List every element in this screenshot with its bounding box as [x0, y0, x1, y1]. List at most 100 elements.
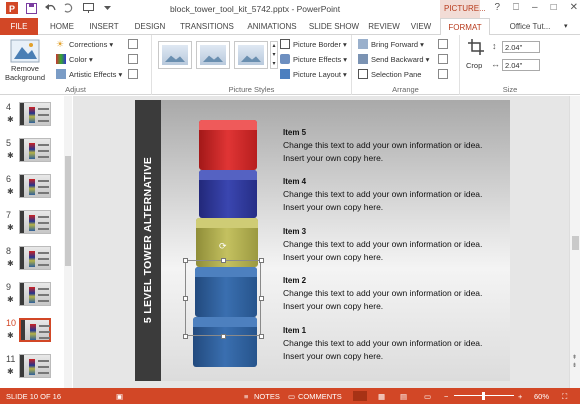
tab-home[interactable]: HOME: [44, 18, 80, 35]
send-backward-button[interactable]: Send Backward ▾: [358, 54, 429, 64]
slide-thumbnail[interactable]: 6 ✱: [0, 174, 64, 210]
slide-thumbnail[interactable]: 7 ✱: [0, 210, 64, 246]
undo-icon[interactable]: [44, 2, 56, 14]
tab-insert[interactable]: INSERT: [84, 18, 124, 35]
color-button[interactable]: Color ▾: [56, 54, 93, 64]
tab-slide-show[interactable]: SLIDE SHOW: [306, 18, 362, 35]
prev-next-slide-icons[interactable]: ⇞ ⇟: [572, 354, 577, 370]
close-icon[interactable]: ✕: [570, 2, 578, 13]
item-body[interactable]: Change this text to add your own informa…: [283, 287, 503, 313]
slide-thumbnail-active[interactable]: 10 ✱: [0, 318, 64, 354]
group-icon[interactable]: [438, 54, 448, 64]
item-title[interactable]: Item 2: [283, 276, 306, 285]
svg-text:P: P: [9, 4, 15, 14]
width-field[interactable]: 2.04": [502, 59, 540, 71]
item-title[interactable]: Item 5: [283, 128, 306, 137]
item-body[interactable]: Change this text to add your own informa…: [283, 139, 503, 165]
ribbon-display-icon[interactable]: ⎕: [513, 2, 519, 13]
thumbnail-scrollbar[interactable]: [64, 96, 72, 388]
tab-view[interactable]: VIEW: [406, 18, 436, 35]
item-body[interactable]: Change this text to add your own informa…: [283, 238, 503, 264]
tab-animations[interactable]: ANIMATIONS: [242, 18, 302, 35]
thumbnail-scroll-thumb[interactable]: [65, 156, 71, 266]
resize-handle[interactable]: [259, 258, 264, 263]
picture-style-2[interactable]: [196, 41, 230, 69]
rotate-handle-icon[interactable]: ⟳: [219, 241, 227, 252]
slide-canvas[interactable]: 5 LEVEL TOWER ALTERNATIVE ⟳ Item 5 Chang…: [135, 100, 510, 381]
tab-review[interactable]: REVIEW: [366, 18, 402, 35]
compress-pictures-icon[interactable]: [128, 39, 138, 49]
tab-file[interactable]: FILE: [0, 18, 38, 35]
minimize-icon[interactable]: –: [532, 2, 538, 13]
customize-toolbar-icon[interactable]: [101, 2, 113, 14]
cube-level-5[interactable]: [199, 120, 257, 170]
slideshow-start-icon[interactable]: [82, 2, 94, 14]
remove-background-button[interactable]: Remove Background: [2, 64, 48, 82]
maximize-icon[interactable]: □: [551, 2, 557, 13]
resize-handle[interactable]: [221, 258, 226, 263]
change-picture-icon[interactable]: [128, 54, 138, 64]
slide-thumbnail[interactable]: 4 ✱: [0, 102, 64, 138]
slide-vertical-title[interactable]: 5 LEVEL TOWER ALTERNATIVE: [142, 100, 154, 381]
comments-button[interactable]: COMMENTS: [298, 392, 342, 401]
resize-handle[interactable]: [183, 334, 188, 339]
rotate-icon[interactable]: [438, 69, 448, 79]
resize-handle[interactable]: [259, 296, 264, 301]
resize-handle[interactable]: [183, 296, 188, 301]
selection-frame: [185, 260, 261, 336]
help-icon[interactable]: ?: [494, 2, 500, 13]
height-field[interactable]: 2.04": [502, 41, 540, 53]
notes-button[interactable]: NOTES: [254, 392, 280, 401]
picture-border-button[interactable]: Picture Border ▾: [280, 39, 347, 49]
normal-view-icon[interactable]: [353, 391, 367, 401]
slideshow-view-icon[interactable]: ▭: [424, 392, 431, 401]
zoom-out-icon[interactable]: −: [444, 392, 448, 401]
resize-handle[interactable]: [259, 334, 264, 339]
item-title[interactable]: Item 3: [283, 227, 306, 236]
zoom-slider-thumb[interactable]: [482, 392, 485, 400]
styles-gallery-scroll[interactable]: ▴ ▾ ▾: [270, 41, 278, 69]
item-title[interactable]: Item 4: [283, 177, 306, 186]
cube-level-4[interactable]: [199, 170, 257, 218]
selection-pane-button[interactable]: Selection Pane: [358, 69, 421, 79]
picture-style-1[interactable]: [158, 41, 192, 69]
zoom-level[interactable]: 60%: [534, 392, 549, 401]
slide-scrollbar[interactable]: ⇞ ⇟: [569, 96, 580, 388]
slide-sorter-icon[interactable]: ▦: [378, 392, 385, 401]
item-body[interactable]: Change this text to add your own informa…: [283, 337, 503, 363]
item-title[interactable]: Item 1: [283, 326, 306, 335]
resize-handle[interactable]: [221, 334, 226, 339]
tab-format[interactable]: FORMAT: [440, 18, 490, 36]
picture-effects-button[interactable]: Picture Effects ▾: [280, 54, 347, 64]
save-icon[interactable]: [25, 2, 37, 14]
slide-thumbnail[interactable]: 9 ✱: [0, 282, 64, 318]
corrections-button[interactable]: ☀ Corrections ▾: [56, 39, 113, 49]
crop-icon[interactable]: [468, 39, 484, 55]
item-body[interactable]: Change this text to add your own informa…: [283, 188, 503, 214]
animation-star-icon: ✱: [7, 223, 14, 232]
bring-forward-button[interactable]: Bring Forward ▾: [358, 39, 424, 49]
remove-background-icon[interactable]: [8, 39, 42, 65]
fit-to-window-icon[interactable]: ⛶: [562, 392, 567, 402]
account-dropdown-icon[interactable]: ▾: [564, 22, 568, 30]
reading-view-icon[interactable]: ▤: [400, 392, 407, 401]
tab-account[interactable]: Office Tut...: [500, 18, 560, 35]
picture-style-3[interactable]: [234, 41, 268, 69]
reset-picture-icon[interactable]: [128, 69, 138, 79]
redo-icon[interactable]: [63, 2, 75, 14]
tab-transitions[interactable]: TRANSITIONS: [176, 18, 238, 35]
animation-star-icon: ✱: [7, 259, 14, 268]
align-icon[interactable]: [438, 39, 448, 49]
picture-layout-button[interactable]: Picture Layout ▾: [280, 69, 347, 79]
tab-design[interactable]: DESIGN: [128, 18, 172, 35]
slide-thumbnail[interactable]: 11 ✱: [0, 354, 64, 388]
slide-thumbnail[interactable]: 8 ✱: [0, 246, 64, 282]
slide-thumbnail[interactable]: 5 ✱: [0, 138, 64, 174]
slide-scroll-thumb[interactable]: [572, 236, 579, 250]
zoom-in-icon[interactable]: +: [518, 392, 522, 401]
crop-button[interactable]: Crop: [466, 61, 482, 70]
spell-check-icon[interactable]: ▣: [116, 392, 123, 401]
resize-handle[interactable]: [183, 258, 188, 263]
size-group-label: Size: [502, 85, 518, 94]
artistic-effects-button[interactable]: Artistic Effects ▾: [56, 69, 122, 79]
